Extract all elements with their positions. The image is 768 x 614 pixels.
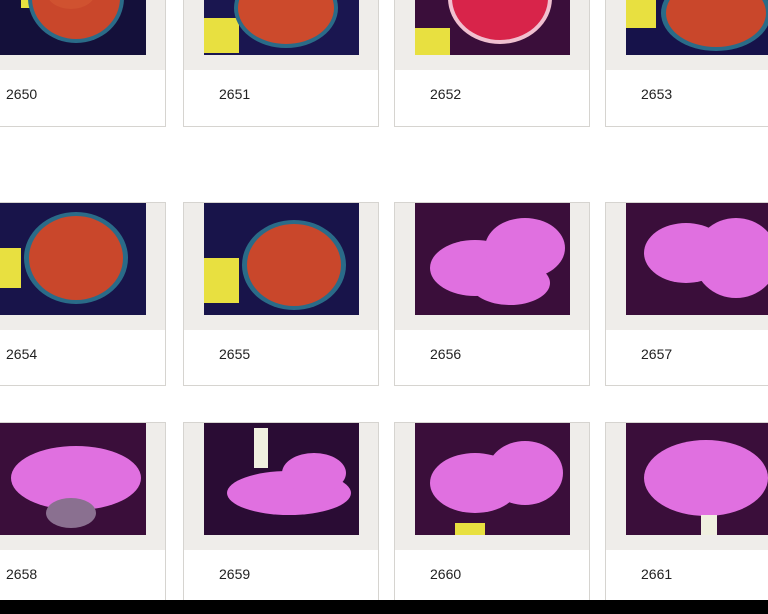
item-id: 2661	[641, 566, 673, 582]
gallery-card[interactable]: 2661	[605, 422, 768, 606]
photo-frame	[0, 423, 165, 550]
gallery-card[interactable]: 2660	[394, 422, 590, 606]
item-id: 2658	[6, 566, 38, 582]
gallery-card[interactable]: 2659	[183, 422, 379, 606]
gallery-card[interactable]: 2658	[0, 422, 166, 606]
item-id: 2657	[641, 346, 673, 362]
photo-frame	[395, 203, 589, 330]
coral-photo[interactable]	[204, 423, 359, 535]
coral-photo[interactable]	[0, 423, 146, 535]
item-id: 2653	[641, 86, 673, 102]
coral-photo[interactable]	[415, 423, 570, 535]
coral-photo[interactable]	[626, 203, 768, 315]
item-id: 2650	[6, 86, 38, 102]
gallery-card[interactable]: 2655	[183, 202, 379, 386]
gallery-card[interactable]: 2651	[183, 0, 379, 127]
photo-frame	[184, 423, 378, 550]
item-id: 2659	[219, 566, 251, 582]
item-id: 2655	[219, 346, 251, 362]
gallery-card[interactable]: 2654	[0, 202, 166, 386]
gallery-card[interactable]: 2650	[0, 0, 166, 127]
coral-photo[interactable]	[204, 0, 359, 55]
coral-photo[interactable]	[626, 423, 768, 535]
photo-frame	[0, 0, 165, 70]
photo-frame	[184, 203, 378, 330]
coral-photo[interactable]	[626, 0, 768, 55]
photo-frame	[606, 423, 768, 550]
item-id: 2652	[430, 86, 462, 102]
photo-frame	[395, 423, 589, 550]
photo-frame	[606, 0, 768, 70]
coral-photo[interactable]	[415, 203, 570, 315]
item-id: 2660	[430, 566, 462, 582]
gallery-card[interactable]: 2657	[605, 202, 768, 386]
coral-photo[interactable]	[0, 203, 146, 315]
photo-frame	[0, 203, 165, 330]
bottom-bar	[0, 600, 768, 614]
photo-frame	[184, 0, 378, 70]
item-id: 2651	[219, 86, 251, 102]
gallery-card[interactable]: 2656	[394, 202, 590, 386]
gallery-card[interactable]: 2653	[605, 0, 768, 127]
coral-photo[interactable]	[0, 0, 146, 55]
gallery-card[interactable]: 2652	[394, 0, 590, 127]
item-id: 2654	[6, 346, 38, 362]
photo-frame	[606, 203, 768, 330]
coral-photo[interactable]	[415, 0, 570, 55]
photo-frame	[395, 0, 589, 70]
coral-photo[interactable]	[204, 203, 359, 315]
item-id: 2656	[430, 346, 462, 362]
